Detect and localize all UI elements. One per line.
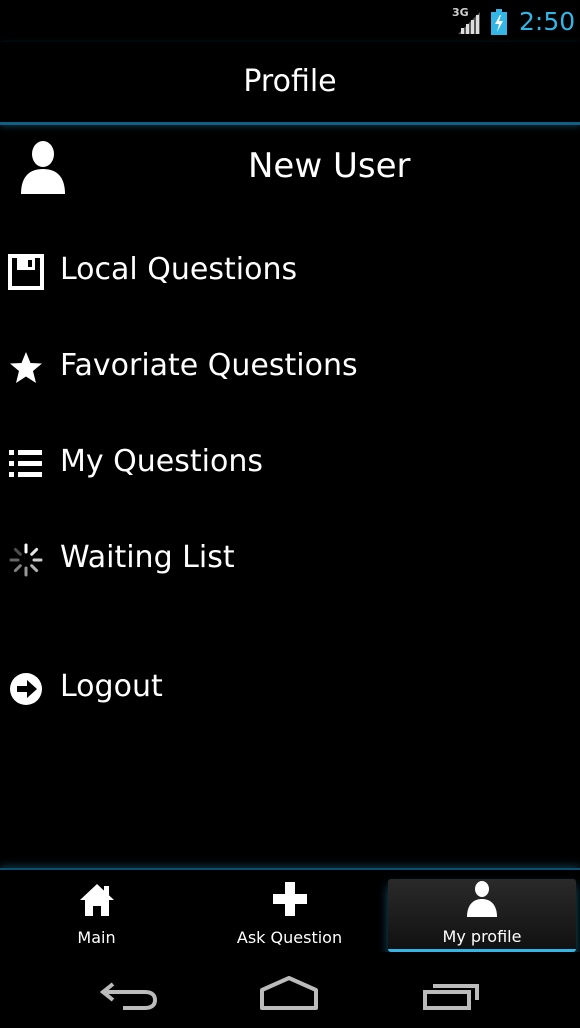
battery-charging-icon [491,9,507,35]
status-bar: 3G 2:50 [0,0,580,42]
floppy-disk-icon [8,254,44,290]
user-icon [21,141,65,194]
tab-my-profile[interactable]: My profile [388,879,576,952]
signal-strength-icon [458,12,480,34]
back-icon[interactable] [95,966,165,1014]
page-title: Profile [243,64,337,99]
tab-main[interactable]: Main [0,876,193,950]
menu-item-label: Waiting List [60,540,235,575]
profile-header[interactable]: New User [0,128,580,208]
menu-item-label: Favoriate Questions [60,348,358,383]
spinner-icon [9,543,43,577]
menu-item-favorite-questions[interactable]: Favoriate Questions [0,333,580,403]
tab-ask-question[interactable]: Ask Question [193,876,386,950]
system-nav-bar [0,952,580,1028]
star-icon [10,352,42,383]
action-bar: Profile [0,42,580,125]
tab-label: My profile [442,927,522,946]
clock: 2:50 [519,7,576,36]
plus-icon [272,882,307,916]
tab-label: Ask Question [236,928,343,947]
home-icon [79,884,114,916]
menu-item-label: Local Questions [60,252,298,287]
menu-item-my-questions[interactable]: My Questions [0,429,580,499]
arrow-right-circle-icon [10,673,42,705]
menu-item-local-questions[interactable]: Local Questions [0,237,580,307]
username: New User [248,146,411,186]
menu-item-label: My Questions [60,444,263,479]
menu-item-logout[interactable]: Logout [0,654,580,724]
tab-label: Main [77,928,116,947]
menu-item-waiting-list[interactable]: Waiting List [0,525,580,595]
menu-item-label: Logout [60,669,163,704]
user-icon [467,881,497,917]
recent-apps-icon[interactable] [415,966,485,1014]
list-icon [9,450,42,477]
bottom-tab-bar: Main Ask Question My profile [0,868,580,954]
home-outline-icon[interactable] [254,966,324,1014]
